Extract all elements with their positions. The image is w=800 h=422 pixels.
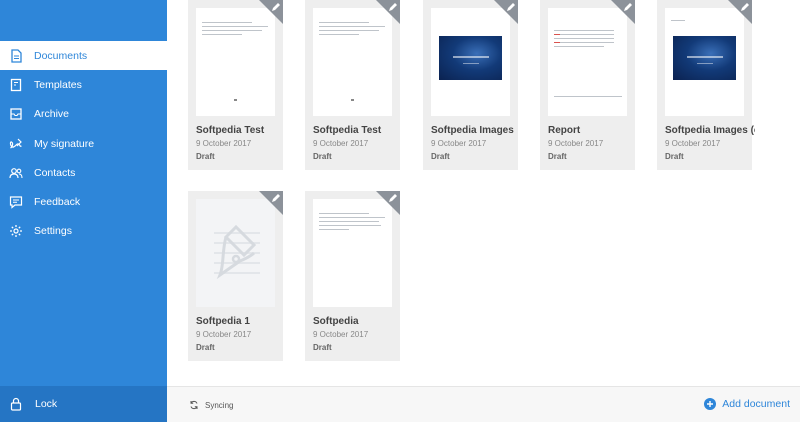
document-date: 9 October 2017	[431, 139, 487, 148]
document-date: 9 October 2017	[196, 330, 252, 339]
document-title: Softpedia Images	[431, 125, 514, 136]
document-grid: Softpedia Test 9 October 2017 Draft Soft…	[167, 0, 800, 386]
document-title: Report	[548, 125, 581, 136]
document-title: Softpedia	[313, 316, 359, 327]
lock-icon	[10, 397, 22, 411]
document-card[interactable]: Softpedia 1 9 October 2017 Draft	[188, 191, 283, 361]
document-card[interactable]: Softpedia Test 9 October 2017 Draft	[188, 0, 283, 170]
sidebar-item-documents[interactable]: Documents	[0, 41, 167, 71]
document-card[interactable]: Report 9 October 2017 Draft	[540, 0, 635, 170]
document-thumbnail	[313, 8, 392, 116]
sync-icon	[189, 400, 199, 410]
sidebar: Documents Templates Archive My signature…	[0, 0, 167, 422]
contacts-icon	[9, 166, 23, 180]
sidebar-header	[0, 0, 167, 41]
gear-icon	[9, 224, 23, 238]
document-thumbnail	[431, 8, 510, 116]
document-status: Draft	[196, 343, 215, 352]
footer-bar: Syncing Add document	[167, 386, 800, 422]
document-thumbnail	[196, 199, 275, 307]
plus-circle-icon	[704, 398, 717, 410]
sidebar-item-label: Templates	[34, 78, 82, 91]
document-status: Draft	[196, 152, 215, 161]
pen-icon	[507, 3, 515, 11]
image-thumbnail	[673, 36, 736, 80]
document-status: Draft	[313, 343, 332, 352]
pen-icon	[741, 3, 749, 11]
sidebar-item-feedback[interactable]: Feedback	[0, 187, 167, 216]
document-card[interactable]: Softpedia Images 9 October 2017 Draft	[423, 0, 518, 170]
document-card[interactable]: Softpedia Test 9 October 2017 Draft	[305, 0, 400, 170]
document-date: 9 October 2017	[665, 139, 721, 148]
document-thumbnail	[313, 199, 392, 307]
sidebar-item-templates[interactable]: Templates	[0, 70, 167, 99]
feedback-icon	[9, 195, 23, 209]
sidebar-nav: Documents Templates Archive My signature…	[0, 41, 167, 246]
add-document-button[interactable]: Add document	[704, 398, 790, 410]
document-status: Draft	[665, 152, 684, 161]
pen-icon	[272, 194, 280, 202]
pen-icon	[272, 3, 280, 11]
sidebar-item-my-signature[interactable]: My signature	[0, 129, 167, 158]
document-title: Softpedia 1	[196, 316, 250, 327]
document-thumbnail	[665, 8, 744, 116]
document-date: 9 October 2017	[548, 139, 604, 148]
document-title: Softpedia Test	[313, 125, 382, 136]
sidebar-item-label: Archive	[34, 108, 70, 121]
document-status: Draft	[431, 152, 450, 161]
pen-icon	[389, 3, 397, 11]
add-document-label: Add document	[722, 398, 790, 410]
document-thumbnail	[548, 8, 627, 116]
document-card[interactable]: Softpedia Images (c 9 October 2017 Draft	[657, 0, 755, 170]
document-date: 9 October 2017	[313, 330, 369, 339]
pen-icon	[624, 3, 632, 11]
document-icon	[9, 48, 23, 63]
sidebar-item-archive[interactable]: Archive	[0, 100, 167, 129]
sidebar-item-label: My signature	[34, 137, 95, 150]
template-icon	[9, 78, 23, 92]
lock-label: Lock	[35, 398, 58, 410]
signature-icon	[9, 137, 23, 151]
pen-icon	[389, 194, 397, 202]
sidebar-item-label: Contacts	[34, 166, 76, 179]
document-date: 9 October 2017	[313, 139, 369, 148]
image-thumbnail	[439, 36, 502, 80]
sync-status: Syncing	[189, 400, 233, 410]
sidebar-item-label: Settings	[34, 225, 72, 238]
document-status: Draft	[313, 152, 332, 161]
pen-nib-placeholder-icon	[214, 224, 260, 280]
sidebar-item-label: Feedback	[34, 196, 81, 209]
sync-label: Syncing	[205, 400, 234, 410]
document-title: Softpedia Images (c	[665, 125, 755, 136]
document-date: 9 October 2017	[196, 139, 252, 148]
document-status: Draft	[548, 152, 567, 161]
archive-icon	[9, 107, 23, 121]
sidebar-item-settings[interactable]: Settings	[0, 217, 167, 246]
document-title: Softpedia Test	[196, 125, 265, 136]
lock-button[interactable]: Lock	[0, 386, 167, 422]
document-thumbnail	[196, 8, 275, 116]
sidebar-item-contacts[interactable]: Contacts	[0, 158, 167, 187]
sidebar-item-label: Documents	[34, 49, 88, 62]
document-card[interactable]: Softpedia 9 October 2017 Draft	[305, 191, 400, 361]
